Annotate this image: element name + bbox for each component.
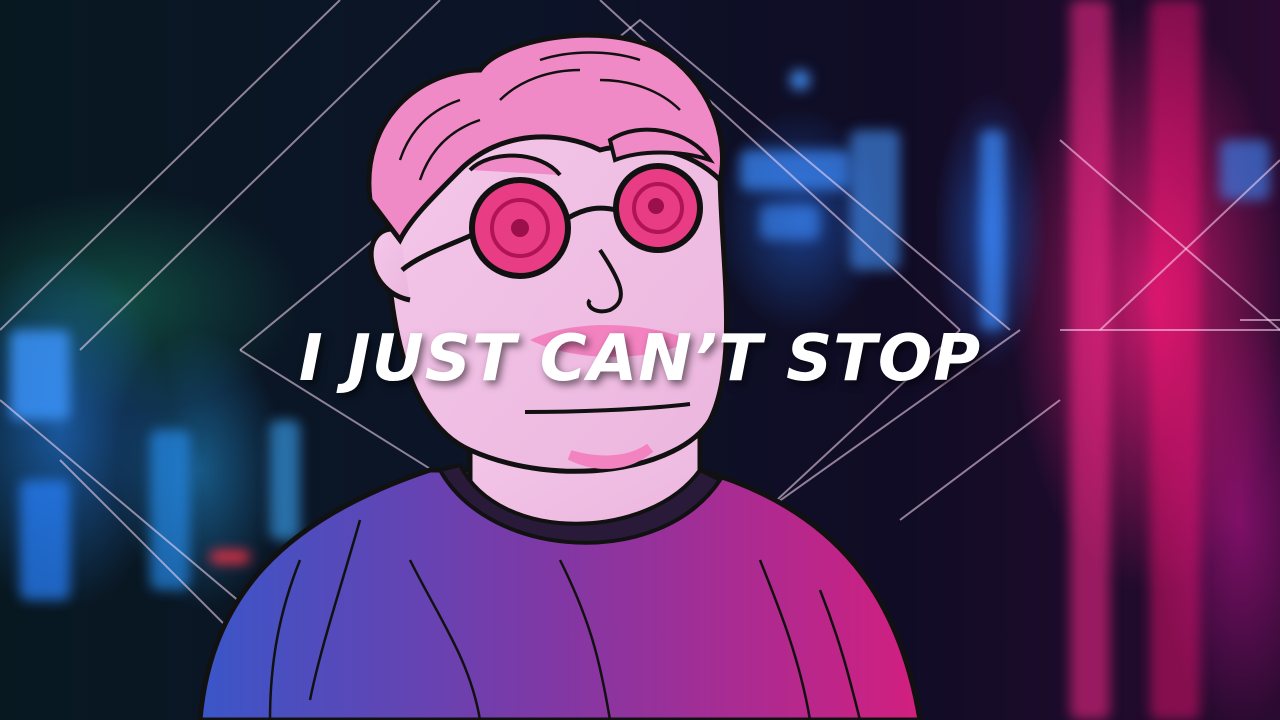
video-frame: I JUST CAN’T STOP [0,0,1280,720]
lyric-caption: I JUST CAN’T STOP [298,322,982,396]
